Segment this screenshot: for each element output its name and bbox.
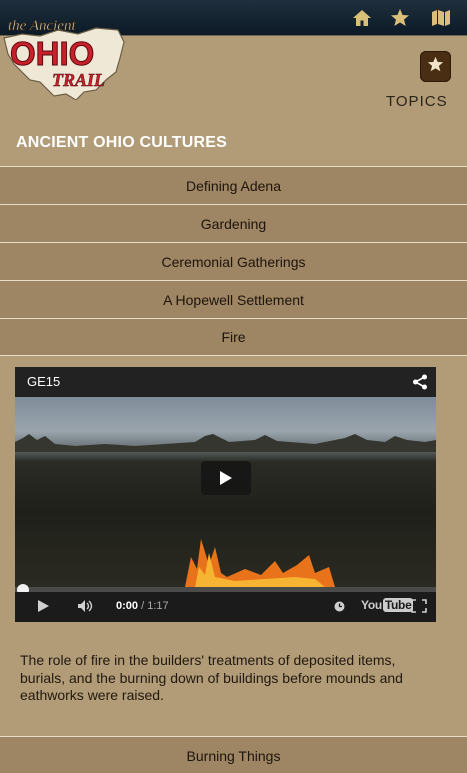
star-icon[interactable] xyxy=(389,7,411,29)
topic-item-fire[interactable]: Fire xyxy=(0,318,467,356)
section-title: ANCIENT OHIO CULTURES xyxy=(16,134,228,151)
duration: 1:17 xyxy=(147,600,169,612)
video-controls: 0:00 / 1:17 You Tube xyxy=(15,592,436,622)
treeline-graphic xyxy=(15,434,436,452)
logo-line2: OHIO xyxy=(10,35,94,72)
logo-line1: the Ancient xyxy=(8,18,76,34)
time-display: 0:00 / 1:17 xyxy=(116,600,169,612)
fire-graphic xyxy=(185,539,335,587)
fullscreen-icon[interactable] xyxy=(411,599,427,613)
home-icon[interactable] xyxy=(351,7,373,29)
time-separator: / xyxy=(138,600,148,612)
youtube-logo-prefix: You xyxy=(361,598,382,612)
topic-description: The role of fire in the builders' treatm… xyxy=(20,652,403,703)
ancient-ohio-trail-logo[interactable]: the Ancient OHIO TRAIL xyxy=(0,8,130,101)
topic-item-burning-things[interactable]: Burning Things xyxy=(0,736,467,773)
topics-label[interactable]: TOPICS xyxy=(386,93,448,110)
play-button-large[interactable] xyxy=(201,461,251,495)
topic-item-defining-adena[interactable]: Defining Adena xyxy=(0,166,467,204)
topics-button[interactable] xyxy=(420,51,451,82)
share-icon[interactable] xyxy=(412,374,428,390)
clock-icon[interactable] xyxy=(334,601,345,612)
video-player[interactable]: GE15 0:00 / 1:17 You Tube xyxy=(15,367,436,622)
map-icon[interactable] xyxy=(430,7,452,29)
video-header: GE15 xyxy=(15,367,436,397)
logo-line3: TRAIL xyxy=(52,70,105,90)
video-title[interactable]: GE15 xyxy=(27,374,60,389)
topic-item-ceremonial-gatherings[interactable]: Ceremonial Gatherings xyxy=(0,242,467,280)
current-time: 0:00 xyxy=(116,600,139,612)
star-icon xyxy=(427,56,444,78)
topic-list: Defining Adena Gardening Ceremonial Gath… xyxy=(0,166,467,356)
volume-icon[interactable] xyxy=(77,599,95,613)
topic-item-hopewell-settlement[interactable]: A Hopewell Settlement xyxy=(0,280,467,318)
topic-item-gardening[interactable]: Gardening xyxy=(0,204,467,242)
youtube-logo[interactable]: You Tube xyxy=(361,598,414,612)
play-icon[interactable] xyxy=(37,599,50,613)
youtube-logo-suffix: Tube xyxy=(382,598,414,612)
